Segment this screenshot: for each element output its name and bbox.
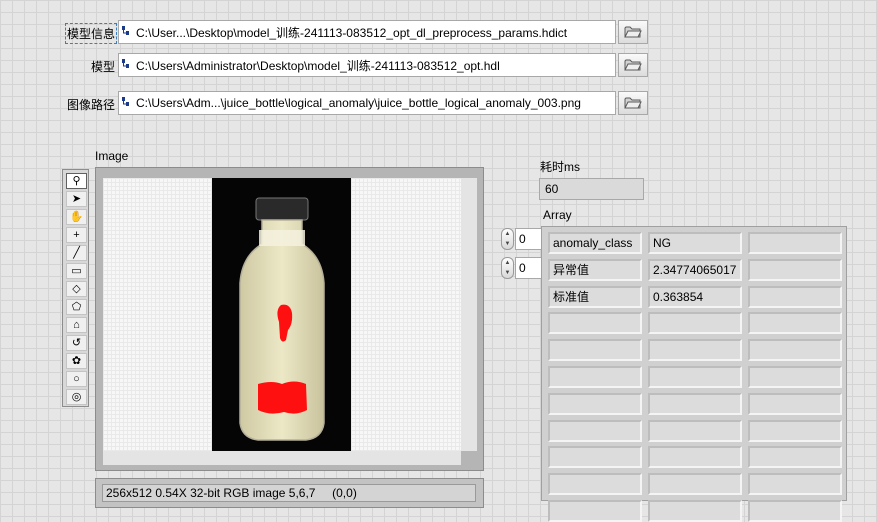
tool-pan-icon[interactable]: ✋ (66, 209, 87, 225)
image-path-path-text: C:\Users\Adm...\juice_bottle\logical_ano… (136, 96, 581, 110)
array-col-index[interactable]: ▲ ▼ 0 (501, 257, 543, 279)
model-path-control[interactable]: C:\Users\Administrator\Desktop\model_训练-… (118, 53, 648, 77)
array-cell-r8-c1[interactable] (648, 446, 742, 469)
tool-rectangle-icon[interactable]: ▭ (66, 263, 87, 279)
image-tool-palette: ⚲ ➤ ✋ + ╱ ▭ ◇ ⬠ ⌂ ↺ ✿ ○ ◎ (62, 169, 89, 407)
path-icon (122, 97, 129, 106)
array-cell-r7-c1[interactable] (648, 419, 742, 442)
oval-icon: ○ (73, 372, 80, 385)
array-cell-r0-c0[interactable]: anomaly_class (548, 232, 642, 254)
image-display-frame (95, 167, 484, 471)
array-row-index[interactable]: ▲ ▼ 0 (501, 228, 543, 250)
tool-zoom-icon[interactable]: ⚲ (66, 173, 87, 189)
array-cell-r6-c0[interactable] (548, 392, 642, 415)
array-cell-r1-c2[interactable] (748, 258, 842, 281)
arrow-icon: ➤ (71, 192, 82, 205)
image-horizontal-scrollbar[interactable] (103, 451, 461, 465)
col-index-value[interactable]: 0 (515, 257, 543, 279)
array-cell-r1-c0[interactable]: 异常值 (548, 258, 642, 281)
array-cell-r4-c0[interactable] (548, 339, 642, 362)
array-cell-r6-c1[interactable] (648, 392, 742, 415)
array-cell-r6-c2[interactable] (748, 392, 842, 415)
tool-rotated-rectangle-icon[interactable]: ◇ (66, 281, 87, 297)
model-info-path-text: C:\User...\Desktop\model_训练-241113-08351… (136, 25, 568, 40)
array-cell-r8-c2[interactable] (748, 446, 842, 469)
array-cell-r0-c2[interactable] (748, 232, 842, 254)
row-index-value[interactable]: 0 (515, 228, 543, 250)
tool-polygon-icon[interactable]: ⬠ (66, 299, 87, 315)
path-icon (122, 59, 129, 68)
array-cell-r9-c1[interactable] (648, 473, 742, 496)
image-label: Image (95, 149, 129, 163)
model-browse-button[interactable] (618, 53, 648, 77)
array-cell-r9-c2[interactable] (748, 473, 842, 496)
array-cell-r7-c0[interactable] (548, 419, 642, 442)
elapsed-label: 耗时ms (540, 160, 580, 174)
tool-annulus-icon[interactable]: ◎ (66, 389, 87, 405)
array-cell-r2-c1[interactable]: 0.363854 (648, 285, 742, 308)
array-cell-r0-c1[interactable]: NG (648, 232, 742, 254)
array-cell-r5-c0[interactable] (548, 366, 642, 388)
image-path-browse-button[interactable] (618, 91, 648, 115)
tool-freehand-icon[interactable]: ↺ (66, 335, 87, 351)
bottle-image (212, 178, 351, 451)
array-cell-r8-c0[interactable] (548, 446, 642, 469)
array-cell-r5-c2[interactable] (748, 366, 842, 388)
tool-crosshair-icon[interactable]: + (66, 227, 87, 243)
crosshair-icon: + (73, 228, 80, 241)
folder-icon (624, 59, 642, 71)
juice-bottle-picture (239, 197, 325, 441)
array-cell-r1-c1[interactable]: 2.34774065017 (648, 258, 742, 281)
model-path-text: C:\Users\Administrator\Desktop\model_训练-… (136, 58, 500, 73)
array-cell-r2-c2[interactable] (748, 285, 842, 308)
zoom-icon: ⚲ (72, 174, 81, 187)
image-canvas[interactable] (103, 178, 461, 451)
pan-icon: ✋ (69, 210, 84, 223)
image-path-label: 图像路径 (66, 98, 115, 112)
array-cell-r4-c2[interactable] (748, 339, 842, 362)
model-info-browse-button[interactable] (618, 20, 648, 44)
model-info-path-field[interactable]: C:\User...\Desktop\model_训练-241113-08351… (118, 20, 616, 44)
line-icon: ╱ (73, 246, 80, 259)
image-path-path-field[interactable]: C:\Users\Adm...\juice_bottle\logical_ano… (118, 91, 616, 115)
array-cell-r2-c0[interactable]: 标准值 (548, 285, 642, 308)
array-cell-r9-c0[interactable] (548, 473, 642, 496)
folder-icon (624, 26, 642, 38)
tool-line-icon[interactable]: ╱ (66, 245, 87, 261)
model-info-label: 模型信息 (64, 23, 118, 44)
rectangle-icon: ▭ (71, 264, 82, 277)
elapsed-value: 60 (539, 178, 644, 200)
array-cell-r5-c1[interactable] (648, 366, 742, 388)
row-index-stepper[interactable]: ▲ ▼ (501, 228, 514, 250)
tool-freehand-region-icon[interactable]: ✿ (66, 353, 87, 369)
tool-polyline-icon[interactable]: ⌂ (66, 317, 87, 333)
model-label: 模型 (90, 60, 115, 74)
image-status-bar: 256x512 0.54X 32-bit RGB image 5,6,7 (0,… (95, 478, 484, 508)
image-path-path-control[interactable]: C:\Users\Adm...\juice_bottle\logical_ano… (118, 91, 648, 115)
col-index-stepper[interactable]: ▲ ▼ (501, 257, 514, 279)
array-cell-r3-c0[interactable] (548, 312, 642, 335)
annulus-icon: ◎ (71, 390, 82, 403)
polyline-icon: ⌂ (73, 318, 80, 331)
array-cell-r4-c1[interactable] (648, 339, 742, 362)
image-status-text: 256x512 0.54X 32-bit RGB image 5,6,7 (0,… (102, 484, 476, 502)
path-icon (122, 26, 129, 35)
array-cell-r7-c2[interactable] (748, 419, 842, 442)
folder-icon (624, 97, 642, 109)
freehand-icon: ↺ (71, 336, 82, 349)
model-path-field[interactable]: C:\Users\Administrator\Desktop\model_训练-… (118, 53, 616, 77)
array-frame: anomaly_class NG 异常值 2.34774065017 标准值 0.3638… (541, 226, 847, 522)
polygon-icon: ⬠ (71, 300, 82, 313)
image-vertical-scrollbar[interactable] (461, 178, 477, 451)
array-cell-r3-c2[interactable] (748, 312, 842, 335)
array-cell-r3-c1[interactable] (648, 312, 742, 335)
array-label: Array (543, 208, 572, 222)
tool-arrow-icon[interactable]: ➤ (66, 191, 87, 207)
rotated-rectangle-icon: ◇ (72, 282, 81, 295)
freehand-region-icon: ✿ (71, 354, 82, 367)
tool-oval-icon[interactable]: ○ (66, 371, 87, 387)
model-info-path-control[interactable]: C:\User...\Desktop\model_训练-241113-08351… (118, 20, 648, 44)
